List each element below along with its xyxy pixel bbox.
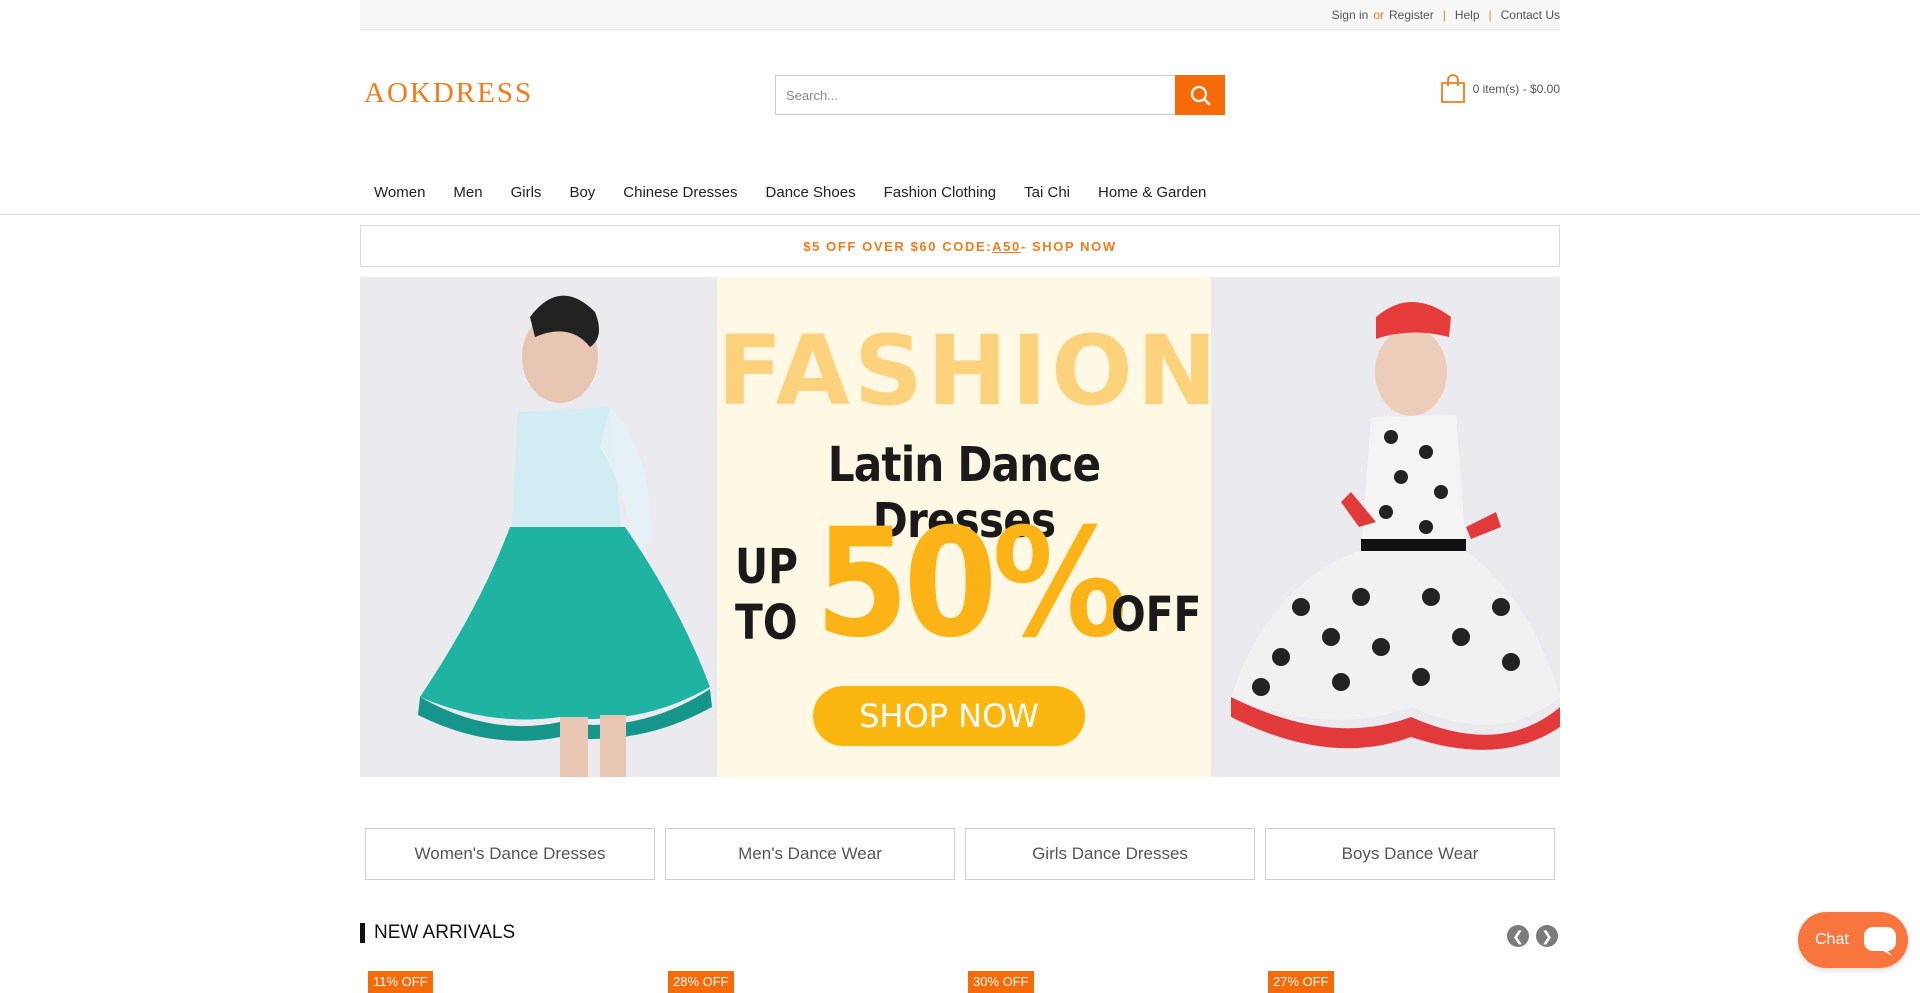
top-bar: Sign in or Register | Help | Contact Us [360, 0, 1560, 30]
category-boys-dance-wear[interactable]: Boys Dance Wear [1265, 828, 1555, 880]
or-text: or [1373, 7, 1385, 22]
nav-item-tai-chi[interactable]: Tai Chi [1010, 178, 1084, 207]
discount-badge: 28% OFF [668, 971, 734, 993]
banner-promo-panel: FASHION Latin Dance Dresses UP TO 50% OF… [717, 277, 1222, 777]
search-icon [1190, 85, 1211, 106]
search-input[interactable] [775, 75, 1175, 115]
hero-banner[interactable]: FASHION Latin Dance Dresses UP TO 50% OF… [360, 277, 1560, 777]
chat-bubble-icon [1864, 927, 1896, 956]
promo-code[interactable]: A50 [992, 239, 1021, 254]
nav-item-women[interactable]: Women [360, 178, 439, 207]
category-mens-dance-wear[interactable]: Men's Dance Wear [665, 828, 955, 880]
banner-shop-now-button[interactable]: SHOP NOW [813, 686, 1085, 746]
promo-suffix: - SHOP NOW [1020, 238, 1117, 254]
carousel-next-button[interactable]: ❯ [1536, 925, 1558, 947]
nav-item-fashion-clothing[interactable]: Fashion Clothing [870, 178, 1011, 207]
search-button[interactable] [1175, 75, 1225, 115]
heading-bar [360, 923, 365, 943]
sign-in-link[interactable]: Sign in [1332, 8, 1369, 22]
promo-prefix: $5 OFF OVER $60 CODE: [803, 238, 993, 254]
nav-item-dance-shoes[interactable]: Dance Shoes [752, 178, 870, 207]
chat-widget-button[interactable]: Chat [1798, 912, 1908, 968]
new-arrivals-title: NEW ARRIVALS [374, 922, 516, 943]
carousel-prev-button[interactable]: ❮ [1507, 925, 1529, 947]
promo-banner[interactable]: $5 OFF OVER $60 CODE: A50 - SHOP NOW [360, 225, 1560, 267]
nav-item-girls[interactable]: Girls [497, 178, 556, 207]
main-nav: Women Men Girls Boy Chinese Dresses Danc… [360, 178, 1220, 207]
nav-divider [0, 214, 1920, 215]
banner-image-left [360, 277, 717, 777]
category-buttons: Women's Dance Dresses Men's Dance Wear G… [360, 828, 1560, 880]
banner-up: UP [735, 539, 799, 595]
category-womens-dance-dresses[interactable]: Women's Dance Dresses [365, 828, 655, 880]
banner-discount: 50% [815, 497, 1127, 671]
banner-up-to: UP TO [735, 539, 798, 651]
nav-item-chinese-dresses[interactable]: Chinese Dresses [609, 178, 751, 207]
banner-headline: FASHION [717, 315, 1222, 427]
register-link[interactable]: Register [1389, 8, 1434, 22]
discount-badge: 30% OFF [968, 971, 1034, 993]
banner-to: TO [735, 595, 798, 651]
separator: | [1442, 7, 1446, 22]
chat-label: Chat [1815, 931, 1849, 948]
discount-badge: 11% OFF [368, 971, 433, 993]
shopping-bag-icon [1440, 74, 1465, 103]
category-girls-dance-dresses[interactable]: Girls Dance Dresses [965, 828, 1255, 880]
cart-summary[interactable]: 0 item(s) - $0.00 [1437, 73, 1560, 105]
nav-item-men[interactable]: Men [439, 178, 496, 207]
dancer-illustration-right [1231, 302, 1560, 750]
banner-image-right [1211, 277, 1560, 777]
contact-us-link[interactable]: Contact Us [1501, 8, 1560, 22]
cart-text: 0 item(s) - $0.00 [1472, 82, 1560, 96]
search-bar [775, 75, 1225, 115]
dancer-illustration-left [418, 295, 712, 777]
separator: | [1488, 7, 1492, 22]
site-logo[interactable]: AOKDRESS [364, 77, 533, 110]
discount-badge: 27% OFF [1268, 971, 1334, 993]
chevron-left-icon: ❮ [1512, 927, 1524, 944]
new-arrivals-heading: NEW ARRIVALS [360, 922, 515, 944]
help-link[interactable]: Help [1455, 8, 1480, 22]
chevron-right-icon: ❯ [1541, 927, 1553, 944]
nav-item-boy[interactable]: Boy [555, 178, 609, 207]
nav-item-home-garden[interactable]: Home & Garden [1084, 178, 1220, 207]
banner-off: OFF [1111, 587, 1202, 643]
